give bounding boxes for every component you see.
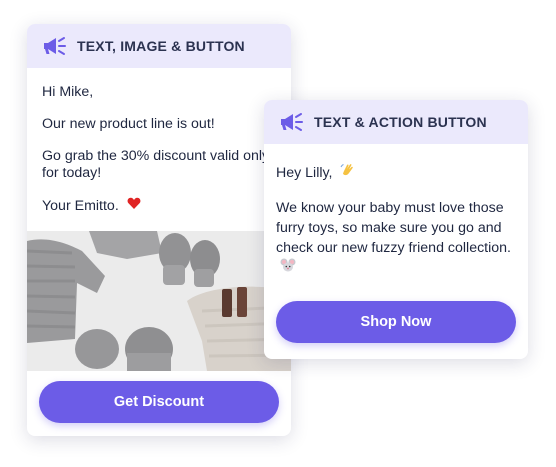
card-title: TEXT, IMAGE & BUTTON bbox=[77, 38, 245, 54]
megaphone-icon bbox=[41, 35, 69, 57]
greeting-text: Hey Lilly, bbox=[276, 164, 333, 181]
message-text: We know your baby must love those furry … bbox=[276, 198, 516, 278]
signoff-text: Your Emitto. bbox=[42, 197, 119, 214]
shop-now-button[interactable]: Shop Now bbox=[276, 301, 516, 343]
mouse-face-icon bbox=[280, 258, 296, 278]
megaphone-icon bbox=[278, 111, 306, 133]
message-body: Hey Lilly, We know your baby must love t… bbox=[264, 144, 528, 278]
card-header: TEXT, IMAGE & BUTTON bbox=[27, 24, 291, 68]
message-line: Go grab the 30% discount valid only for … bbox=[42, 148, 270, 181]
get-discount-button[interactable]: Get Discount bbox=[39, 381, 279, 423]
message-content: We know your baby must love those furry … bbox=[276, 200, 511, 256]
greeting-text: Hi Mike, bbox=[42, 84, 94, 100]
signoff-line: Your Emitto. bbox=[42, 197, 276, 215]
product-image bbox=[27, 231, 291, 371]
message-card-text-image-button: TEXT, IMAGE & BUTTON Hi Mike, Our new pr… bbox=[27, 24, 291, 436]
message-line: Our new product line is out! bbox=[42, 116, 215, 132]
card-title: TEXT & ACTION BUTTON bbox=[314, 114, 487, 130]
heart-icon bbox=[127, 197, 141, 215]
waving-hand-icon bbox=[340, 162, 356, 184]
card-header: TEXT & ACTION BUTTON bbox=[264, 100, 528, 144]
greeting-line: Hey Lilly, bbox=[276, 162, 516, 184]
message-card-text-action-button: TEXT & ACTION BUTTON Hey Lilly, We know … bbox=[264, 100, 528, 359]
message-body: Hi Mike, Our new product line is out! Go… bbox=[27, 68, 291, 215]
